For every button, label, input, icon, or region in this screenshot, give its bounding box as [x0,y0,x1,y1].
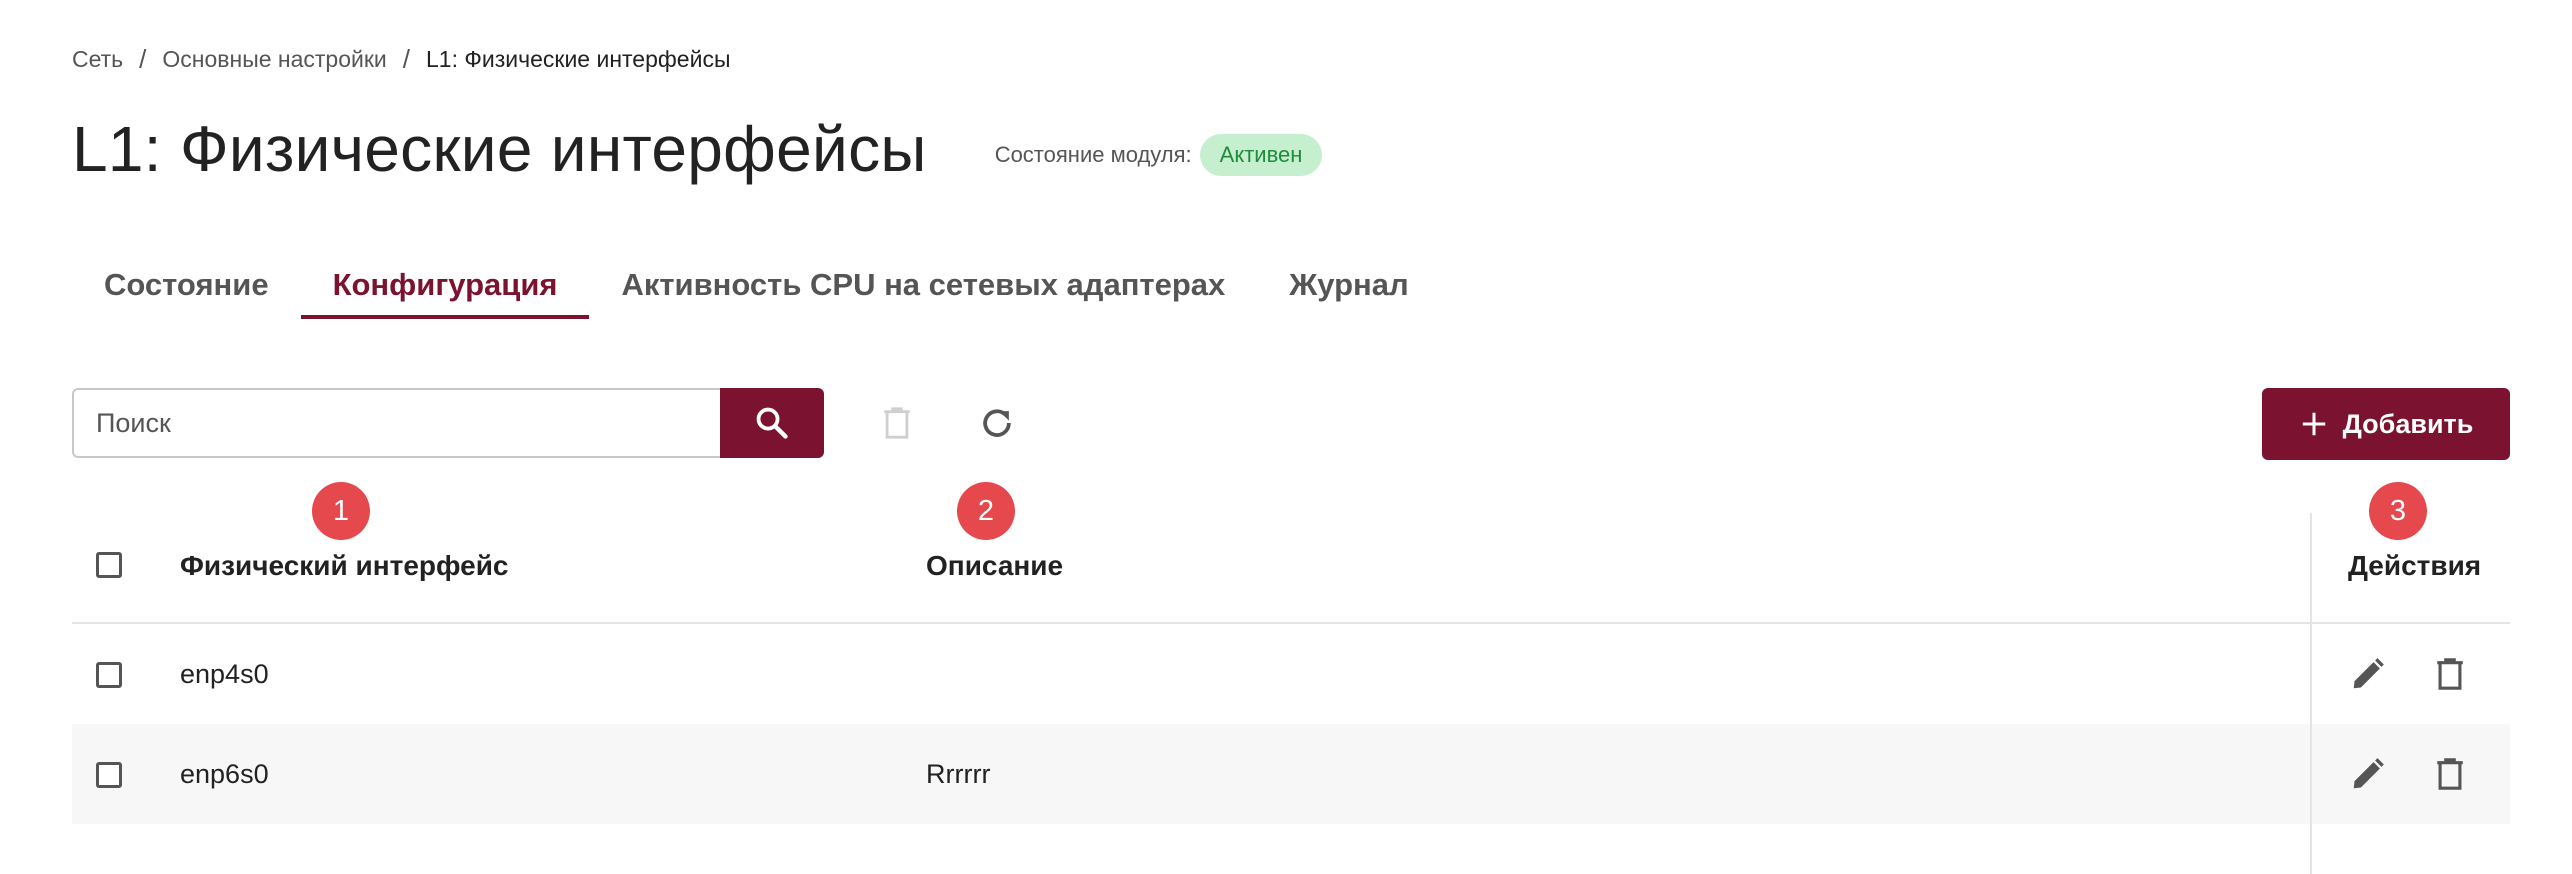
pencil-icon [2353,658,2384,689]
interfaces-table: Физический интерфейс Описание Действия e… [72,510,2510,824]
table-header: Физический интерфейс Описание Действия [72,510,2510,624]
search-button[interactable] [720,388,824,458]
column-header-interface[interactable]: Физический интерфейс [180,550,509,582]
tab-log[interactable]: Журнал [1257,255,1440,315]
cell-description: Rrrrrr [926,759,991,789]
search-icon [756,407,788,439]
edit-button[interactable] [2346,752,2390,796]
trash-icon [884,407,910,439]
table-row: enp6s0 Rrrrrr [72,724,2510,824]
title-row: L1: Физические интерфейсы Состояние моду… [72,112,1323,186]
refresh-icon [983,409,1011,437]
row-checkbox[interactable] [96,762,122,788]
table-row: enp4s0 [72,624,2510,724]
cell-interface: enp4s0 [180,659,269,689]
breadcrumb-item-basic-settings[interactable]: Основные настройки [162,46,386,73]
add-button[interactable]: Добавить [2262,388,2510,460]
plus-icon [2302,412,2325,436]
breadcrumb-current: L1: Физические интерфейсы [426,46,731,72]
breadcrumb-item-network[interactable]: Сеть [72,46,123,73]
breadcrumb-separator: / [139,44,147,74]
search-bar [72,388,824,458]
breadcrumb: Сеть / Основные настройки / L1: Физическ… [72,44,730,75]
module-state-label: Состояние модуля: [994,142,1192,167]
tab-configuration[interactable]: Конфигурация [300,255,590,319]
cell-interface: enp6s0 [180,759,269,789]
delete-selected-button[interactable] [876,402,918,444]
tab-cpu-activity[interactable]: Активность CPU на сетевых адаптерах [589,255,1257,315]
breadcrumb-separator: / [402,44,411,74]
trash-icon [2437,758,2463,790]
tab-state[interactable]: Состояние [72,255,301,315]
delete-row-button[interactable] [2428,752,2472,796]
page: Сеть / Основные настройки / L1: Физическ… [0,0,2572,874]
status-badge: Активен [1199,134,1323,176]
trash-icon [2437,658,2463,690]
refresh-button[interactable] [976,402,1018,444]
edit-button[interactable] [2346,652,2390,696]
row-checkbox[interactable] [96,662,122,688]
column-header-description[interactable]: Описание [926,550,1063,582]
delete-row-button[interactable] [2428,652,2472,696]
search-input[interactable] [72,388,720,458]
page-title: L1: Физические интерфейсы [72,113,927,185]
actions-column-divider [2310,513,2312,874]
column-header-actions: Действия [2348,550,2482,581]
select-all-checkbox[interactable] [96,552,122,578]
pencil-icon [2353,758,2384,789]
tabs: Состояние Конфигурация Активность CPU на… [72,255,1441,325]
module-state: Состояние модуля: Активен [995,134,1323,176]
add-button-label: Добавить [2342,408,2474,439]
